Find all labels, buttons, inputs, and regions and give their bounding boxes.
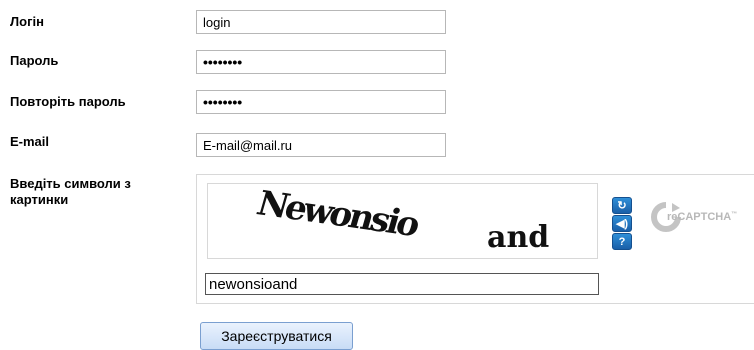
recaptcha-logo: reCAPTCHA™ (651, 199, 737, 235)
repeat-password-input[interactable]: •••••••• (196, 90, 446, 114)
captcha-word-2: and (487, 220, 549, 255)
captcha-input[interactable]: newonsioand (205, 273, 599, 295)
register-button[interactable]: Зареєструватися (200, 322, 353, 350)
audio-button[interactable]: ◀) (612, 215, 632, 232)
email-input[interactable]: E-mail@mail.ru (196, 133, 446, 157)
login-input[interactable]: login (196, 10, 446, 34)
recaptcha-brand: reCAPTCHA™ (667, 211, 738, 223)
login-label: Логін (10, 14, 44, 29)
audio-icon: ◀) (615, 218, 629, 230)
password-input[interactable]: •••••••• (196, 50, 446, 74)
captcha-word-1: Newonsio (252, 184, 424, 245)
captcha-label: Введіть символи з картинки (10, 176, 131, 207)
password-label: Пароль (10, 53, 59, 68)
email-label: E-mail (10, 134, 50, 149)
refresh-button[interactable]: ↻ (612, 197, 632, 214)
help-button[interactable]: ? (612, 233, 632, 250)
repeat-password-label: Повторіть пароль (10, 94, 126, 109)
captcha-image: Newonsio and (207, 183, 598, 259)
refresh-icon: ↻ (617, 200, 627, 212)
captcha-container: Newonsio and newonsioand ↻ ◀) ? reCAPTCH… (196, 174, 754, 304)
help-icon: ? (618, 235, 626, 248)
